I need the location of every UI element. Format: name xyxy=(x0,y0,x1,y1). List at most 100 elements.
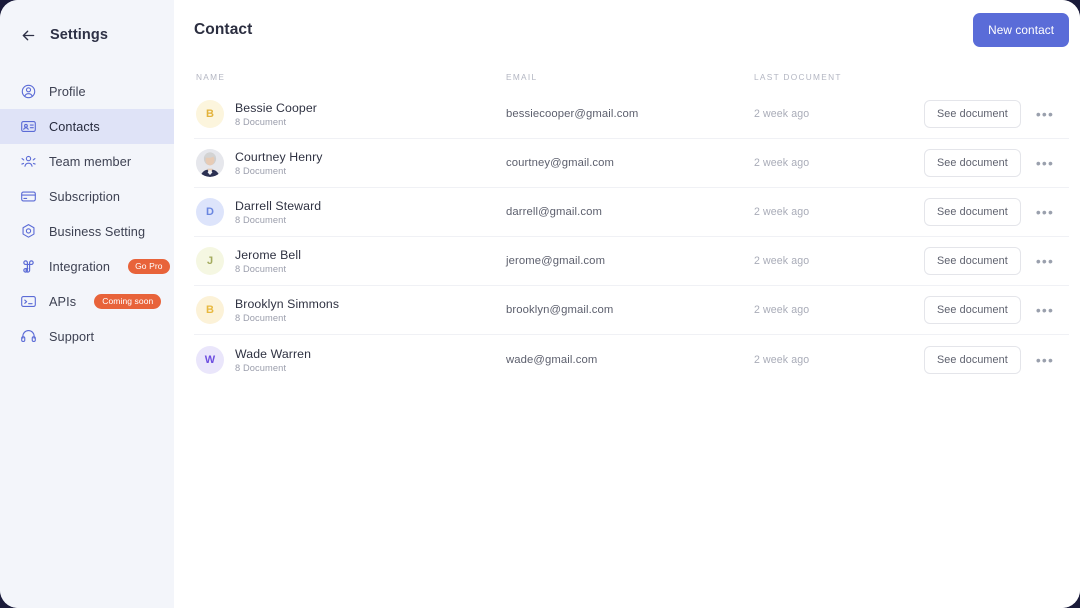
arrow-left-icon[interactable] xyxy=(20,27,37,44)
page-title: Contact xyxy=(194,21,253,38)
contact-name: Brooklyn Simmons xyxy=(235,297,340,311)
table-body: B Bessie Cooper 8 Document bessiecooper@… xyxy=(194,90,1070,384)
contact-name: Wade Warren xyxy=(235,346,312,361)
table-header-row: NAME EMAIL LAST DOCUMENT xyxy=(194,64,1069,90)
sidebar-item-team-member[interactable]: Team member xyxy=(0,144,174,179)
cell-actions: See document ••• xyxy=(924,100,1069,128)
sidebar-item-apis[interactable]: APIs Coming soon xyxy=(0,284,174,319)
name-block: Jerome Bell 8 Document xyxy=(235,248,301,274)
ellipsis-icon[interactable]: ••• xyxy=(1035,203,1055,221)
cell-actions: See document ••• xyxy=(924,149,1069,177)
id-card-icon xyxy=(20,118,37,135)
sidebar-item-profile[interactable]: Profile xyxy=(0,74,174,109)
table-row[interactable]: W Wade Warren 8 Document wade@gmail.com … xyxy=(194,335,1069,384)
name-block: Brooklyn Simmons 8 Document xyxy=(235,297,339,323)
cell-email: bessiecooper@gmail.com xyxy=(506,108,639,120)
cell-name: Courtney Henry 8 Document xyxy=(196,149,506,177)
command-icon xyxy=(20,258,37,275)
table-row[interactable]: B Brooklyn Simmons 8 Document brooklyn@g… xyxy=(194,286,1070,335)
cell-name: B Bessie Cooper 8 Document xyxy=(196,100,506,128)
see-document-button[interactable]: See document xyxy=(924,149,1021,177)
cell-last-document: 2 week ago xyxy=(754,353,810,366)
cell-last-document: 2 week ago xyxy=(754,206,810,218)
credit-card-icon xyxy=(20,188,37,205)
contact-name: Courtney Henry xyxy=(235,150,323,164)
contacts-table: NAME EMAIL LAST DOCUMENT B Bessie Cooper… xyxy=(194,64,1070,384)
sidebar-item-label: Integration xyxy=(49,259,111,274)
cell-last-document: 2 week ago xyxy=(754,304,810,316)
sidebar-item-integration[interactable]: Integration Go Pro xyxy=(0,249,174,284)
cell-email: brooklyn@gmail.com xyxy=(506,304,614,316)
user-circle-icon xyxy=(20,83,37,100)
main-header: Contact New contact xyxy=(194,0,1070,52)
avatar: W xyxy=(196,345,224,374)
sidebar-item-contacts[interactable]: Contacts xyxy=(0,109,174,144)
sidebar-item-label: Team member xyxy=(49,154,132,169)
table-row[interactable]: J Jerome Bell 8 Document jerome@gmail.co… xyxy=(194,237,1070,286)
avatar-initial: B xyxy=(206,304,214,316)
sidebar-item-label: Contacts xyxy=(49,119,100,134)
contact-document-count: 8 Document xyxy=(235,166,287,176)
hexagon-gear-icon xyxy=(20,223,37,240)
cell-name: J Jerome Bell 8 Document xyxy=(196,247,506,275)
table-row[interactable]: D Darrell Steward 8 Document darrell@gma… xyxy=(194,188,1070,237)
main-content: Contact New contact NAME EMAIL LAST DOCU… xyxy=(174,0,1080,608)
status-badge-coming-soon: Coming soon xyxy=(94,294,162,309)
cell-name: W Wade Warren 8 Document xyxy=(196,345,506,374)
cell-actions: See document ••• xyxy=(924,198,1069,226)
contact-name: Jerome Bell xyxy=(235,248,302,262)
app-window: Settings Profile Contacts Team member Su… xyxy=(0,0,1080,608)
cell-last-document: 2 week ago xyxy=(754,108,810,120)
sidebar-item-support[interactable]: Support xyxy=(0,319,174,354)
avatar-photo xyxy=(196,149,224,177)
column-header-last-document: LAST DOCUMENT xyxy=(754,72,842,82)
headset-icon xyxy=(20,328,37,345)
sidebar-title: Settings xyxy=(50,27,108,43)
sidebar-item-label: Subscription xyxy=(49,189,121,204)
see-document-button[interactable]: See document xyxy=(924,247,1021,275)
contact-document-count: 8 Document xyxy=(235,313,287,323)
contact-document-count: 8 Document xyxy=(235,215,287,225)
avatar-initial: D xyxy=(206,206,214,218)
ellipsis-icon[interactable]: ••• xyxy=(1035,252,1055,270)
ellipsis-icon[interactable]: ••• xyxy=(1035,351,1055,369)
cell-actions: See document ••• xyxy=(924,296,1069,324)
cell-actions: See document ••• xyxy=(924,247,1069,275)
contact-name: Bessie Cooper xyxy=(235,101,317,115)
cell-last-document: 2 week ago xyxy=(754,255,810,267)
see-document-button[interactable]: See document xyxy=(924,198,1021,226)
sidebar: Settings Profile Contacts Team member Su… xyxy=(0,0,174,608)
contact-document-count: 8 Document xyxy=(235,264,287,274)
name-block: Darrell Steward 8 Document xyxy=(235,199,321,225)
table-row[interactable]: Courtney Henry 8 Document courtney@gmail… xyxy=(194,139,1070,188)
cell-actions: See document ••• xyxy=(924,345,1069,374)
sidebar-item-label: APIs xyxy=(49,294,77,309)
contact-name: Darrell Steward xyxy=(235,199,322,213)
table-row[interactable]: B Bessie Cooper 8 Document bessiecooper@… xyxy=(194,90,1070,139)
users-icon xyxy=(20,153,37,170)
sidebar-item-subscription[interactable]: Subscription xyxy=(0,179,174,214)
see-document-button[interactable]: See document xyxy=(924,345,1021,374)
name-block: Bessie Cooper 8 Document xyxy=(235,101,317,127)
cell-name: D Darrell Steward 8 Document xyxy=(196,198,506,226)
name-block: Courtney Henry 8 Document xyxy=(235,150,323,176)
ellipsis-icon[interactable]: ••• xyxy=(1035,105,1055,123)
ellipsis-icon[interactable]: ••• xyxy=(1035,154,1055,172)
avatar-initial: J xyxy=(206,255,214,267)
see-document-button[interactable]: See document xyxy=(924,296,1021,324)
ellipsis-icon[interactable]: ••• xyxy=(1035,301,1055,319)
terminal-icon xyxy=(20,293,37,310)
column-header-email: EMAIL xyxy=(506,72,538,82)
see-document-button[interactable]: See document xyxy=(924,100,1021,128)
contact-document-count: 8 Document xyxy=(235,117,287,127)
cell-last-document: 2 week ago xyxy=(754,157,810,169)
sidebar-item-label: Profile xyxy=(49,84,86,99)
avatar-initial: B xyxy=(206,108,214,120)
cell-name: B Brooklyn Simmons 8 Document xyxy=(196,296,506,324)
avatar: B xyxy=(196,100,224,128)
sidebar-item-label: Support xyxy=(49,329,95,344)
sidebar-item-business-setting[interactable]: Business Setting xyxy=(0,214,174,249)
status-badge-go-pro: Go Pro xyxy=(128,259,170,274)
new-contact-button[interactable]: New contact xyxy=(973,13,1070,47)
cell-email: darrell@gmail.com xyxy=(506,206,603,218)
